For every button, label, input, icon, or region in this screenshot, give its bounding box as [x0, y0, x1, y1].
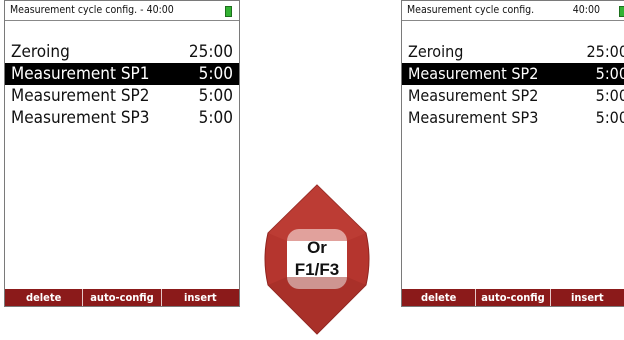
- left-device-screen: Measurement cycle config. - 40:00 Zeroin…: [4, 0, 240, 307]
- delete-softkey[interactable]: delete: [402, 289, 477, 306]
- row-value: 25:00: [188, 42, 233, 62]
- list-item-measurement-sp2[interactable]: Measurement SP2 5:00: [5, 85, 239, 107]
- direction-pad[interactable]: Or F1/F3: [244, 183, 390, 336]
- row-label: Zeroing: [11, 42, 70, 62]
- cycle-list: Zeroing 25:00 Measurement SP1 5:00 Measu…: [5, 41, 239, 129]
- row-label: Measurement SP1: [11, 64, 150, 84]
- row-value: 5:00: [198, 86, 233, 106]
- row-value: 5:00: [198, 64, 233, 84]
- insert-softkey[interactable]: insert: [162, 289, 239, 306]
- row-label: Measurement SP3: [408, 108, 539, 127]
- title-bar: Measurement cycle config. 40:00: [402, 1, 624, 21]
- title-bar: Measurement cycle config. - 40:00: [5, 1, 239, 21]
- battery-icon: [225, 6, 232, 17]
- delete-softkey[interactable]: delete: [5, 289, 84, 306]
- list-item-measurement-sp2-selected[interactable]: Measurement SP2 5:00: [402, 63, 624, 85]
- row-value: 5:00: [595, 86, 624, 105]
- insert-softkey[interactable]: insert: [551, 289, 624, 306]
- dpad-label-keys: F1/F3: [294, 260, 340, 279]
- row-label: Measurement SP2: [408, 64, 539, 83]
- row-value: 25:00: [586, 42, 624, 61]
- row-label: Zeroing: [408, 42, 464, 61]
- list-item-measurement-sp3[interactable]: Measurement SP3 5:00: [402, 107, 624, 129]
- row-value: 5:00: [198, 108, 233, 128]
- cycle-list: Zeroing 25:00 Measurement SP2 5:00 Measu…: [402, 41, 624, 129]
- auto-config-softkey[interactable]: auto-config: [476, 289, 551, 306]
- row-label: Measurement SP2: [11, 86, 150, 106]
- screen-title: Measurement cycle config. - 40:00: [10, 4, 174, 16]
- battery-icon: [619, 6, 624, 17]
- list-item-zeroing[interactable]: Zeroing 25:00: [402, 41, 624, 63]
- row-value: 5:00: [595, 108, 624, 127]
- row-label: Measurement SP3: [11, 108, 150, 128]
- cycle-time: 40:00: [572, 4, 600, 16]
- dpad-label-or: Or: [307, 238, 327, 257]
- softkey-bar: delete auto-config insert: [402, 289, 624, 306]
- softkey-bar: delete auto-config insert: [5, 289, 239, 306]
- auto-config-softkey[interactable]: auto-config: [83, 289, 162, 306]
- right-device-screen: Measurement cycle config. 40:00 Zeroing …: [401, 0, 624, 307]
- list-item-measurement-sp2[interactable]: Measurement SP2 5:00: [402, 85, 624, 107]
- list-item-measurement-sp1[interactable]: Measurement SP1 5:00: [5, 63, 239, 85]
- list-item-measurement-sp3[interactable]: Measurement SP3 5:00: [5, 107, 239, 129]
- list-item-zeroing[interactable]: Zeroing 25:00: [5, 41, 239, 63]
- dpad-label: Or F1/F3: [292, 237, 342, 283]
- row-value: 5:00: [595, 64, 624, 83]
- row-label: Measurement SP2: [408, 86, 539, 105]
- screen-title: Measurement cycle config.: [407, 4, 535, 16]
